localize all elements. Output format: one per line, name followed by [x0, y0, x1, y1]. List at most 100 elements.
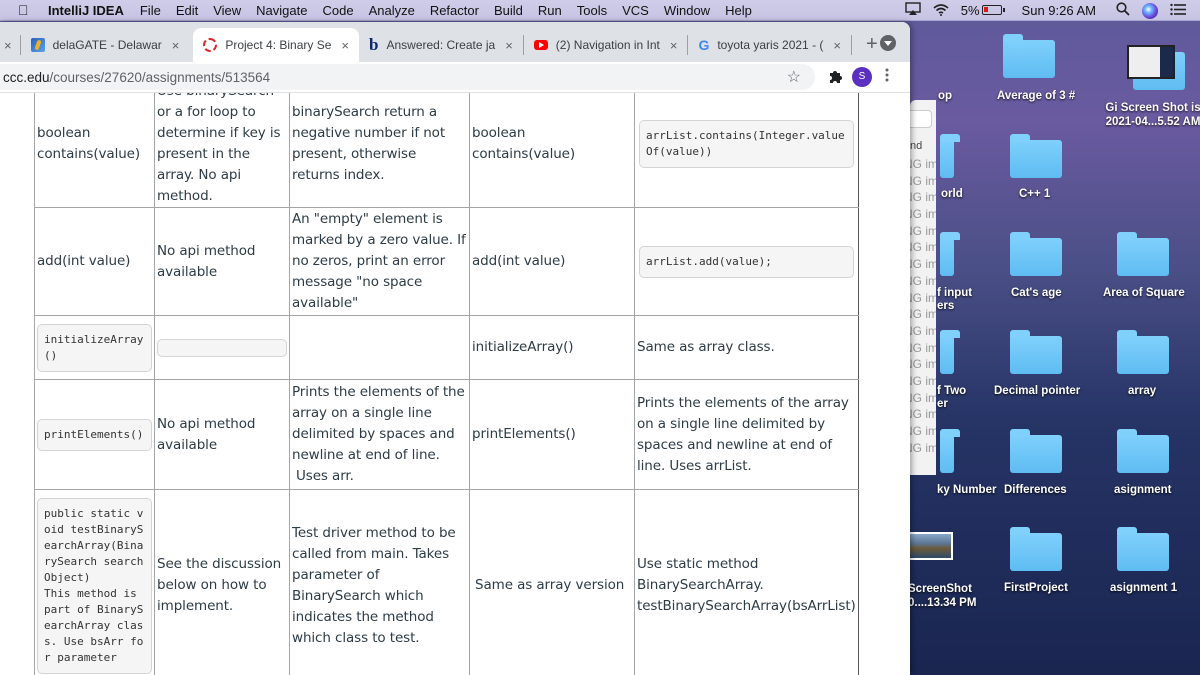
close-tab-icon[interactable]: ×: [341, 38, 349, 53]
desktop-item-screenshot[interactable]: Gi Screen Shot is 2021-04...5.52 AM: [1103, 101, 1200, 129]
menu-help[interactable]: Help: [725, 3, 752, 18]
finder-file-row[interactable]: NG ima: [910, 340, 936, 357]
folder-icon[interactable]: [1117, 232, 1169, 276]
menu-analyze[interactable]: Analyze: [369, 3, 415, 18]
folder-icon[interactable]: [940, 330, 960, 374]
desktop-item-asignment[interactable]: asignment: [1114, 484, 1172, 496]
menu-edit[interactable]: Edit: [176, 3, 198, 18]
bookmark-star-icon[interactable]: ☆: [787, 67, 801, 87]
close-tab-icon[interactable]: ×: [172, 38, 180, 53]
finder-file-row[interactable]: NG ima: [910, 423, 936, 440]
tab-search-icon[interactable]: [880, 35, 896, 51]
finder-file-row[interactable]: NG ima: [910, 323, 936, 340]
finder-file-row[interactable]: NG ima: [910, 273, 936, 290]
tab-delagate[interactable]: delaGATE - Delawar ×: [21, 28, 190, 62]
screenshot-thumbnail[interactable]: [1127, 45, 1175, 79]
clock[interactable]: Sun 9:26 AM: [1022, 3, 1096, 18]
wifi-icon[interactable]: [933, 3, 949, 19]
menu-file[interactable]: File: [140, 3, 161, 18]
folder-icon[interactable]: [940, 134, 960, 178]
folder-icon[interactable]: [940, 429, 960, 473]
airplay-icon[interactable]: [905, 2, 921, 19]
desktop-item-array[interactable]: array: [1128, 385, 1156, 397]
more-menu-icon[interactable]: [885, 67, 891, 83]
close-tab-icon[interactable]: ×: [670, 38, 678, 53]
desktop-item-orld[interactable]: orld: [941, 188, 963, 200]
address-bar[interactable]: ccc.edu/courses/27620/assignments/513564…: [0, 64, 815, 90]
desktop-item-decimal-pointer[interactable]: Decimal pointer: [994, 385, 1080, 397]
finder-file-row[interactable]: NG ima: [910, 239, 936, 256]
menu-build[interactable]: Build: [494, 3, 523, 18]
desktop-item-firstproject[interactable]: FirstProject: [1004, 582, 1068, 594]
table-row: printElements() No api method available …: [34, 379, 859, 490]
finder-window-edge[interactable]: nd NG imaNG imaNG imaNG imaNG imaNG imaN…: [910, 100, 936, 475]
folder-icon[interactable]: [1010, 232, 1062, 276]
folder-icon[interactable]: [940, 232, 960, 276]
tab-answered[interactable]: b Answered: Create ja ×: [359, 28, 523, 62]
desktop-item-area-of-square[interactable]: Area of Square: [1103, 287, 1185, 299]
profile-avatar[interactable]: S: [852, 67, 872, 87]
folder-icon[interactable]: [1117, 330, 1169, 374]
finder-column-header[interactable]: nd: [910, 140, 922, 152]
close-tab-icon[interactable]: ×: [4, 38, 12, 53]
desktop-item-asignment-1[interactable]: asignment 1: [1110, 582, 1177, 594]
tab-navigation[interactable]: (2) Navigation in Int ×: [524, 28, 688, 62]
finder-file-row[interactable]: NG ima: [910, 406, 936, 423]
battery-status[interactable]: 5%: [961, 3, 1005, 18]
spotlight-search-icon[interactable]: [1116, 2, 1130, 19]
folder-icon[interactable]: [1010, 134, 1062, 178]
finder-file-row[interactable]: NG ima: [910, 206, 936, 223]
finder-file-row[interactable]: NG ima: [910, 373, 936, 390]
tab-toyota[interactable]: G toyota yaris 2021 - ( ×: [688, 28, 851, 62]
finder-file-row[interactable]: NG ima: [910, 256, 936, 273]
finder-search-field[interactable]: [910, 110, 932, 128]
desktop-item-cpp1[interactable]: C++ 1: [1019, 188, 1050, 200]
desktop-item-input[interactable]: f input ers: [937, 287, 987, 313]
method-code: printElements(): [37, 418, 152, 451]
desktop-item-input-label: f input ers: [937, 287, 973, 312]
extensions-puzzle-icon[interactable]: [828, 68, 844, 89]
finder-file-row[interactable]: NG ima: [910, 189, 936, 206]
folder-icon[interactable]: [1010, 429, 1062, 473]
finder-file-row[interactable]: NG ima: [910, 223, 936, 240]
folder-icon[interactable]: [1003, 34, 1055, 78]
finder-file-row[interactable]: NG ima: [910, 440, 936, 457]
new-tab-button[interactable]: +: [866, 33, 878, 56]
apple-menu-icon[interactable]: : [18, 2, 36, 18]
menu-code[interactable]: Code: [322, 3, 353, 18]
notification-center-icon[interactable]: [1170, 3, 1186, 19]
menu-run[interactable]: Run: [538, 3, 562, 18]
desktop-item-op[interactable]: op: [938, 90, 952, 102]
screenshot-file-thumbnail[interactable]: [905, 532, 953, 560]
finder-file-row[interactable]: NG ima: [910, 290, 936, 307]
app-menu-name[interactable]: IntelliJ IDEA: [48, 3, 124, 18]
close-tab-icon[interactable]: ×: [833, 38, 841, 53]
finder-file-row[interactable]: NG ima: [910, 306, 936, 323]
desktop-item-cats-age[interactable]: Cat's age: [1011, 287, 1062, 299]
menu-window[interactable]: Window: [664, 3, 710, 18]
desktop-item-differences[interactable]: Differences: [1004, 484, 1067, 496]
folder-icon[interactable]: [1010, 330, 1062, 374]
menu-refactor[interactable]: Refactor: [430, 3, 479, 18]
tab-project4[interactable]: Project 4: Binary Se ×: [193, 28, 359, 62]
menu-navigate[interactable]: Navigate: [256, 3, 307, 18]
method-signature: public static void testBinarySearchArray…: [44, 506, 144, 584]
folder-icon[interactable]: [1010, 527, 1062, 571]
folder-icon[interactable]: [1117, 527, 1169, 571]
finder-file-row[interactable]: NG ima: [910, 173, 936, 190]
finder-file-row[interactable]: NG ima: [910, 156, 936, 173]
menu-view[interactable]: View: [213, 3, 241, 18]
desktop-item-lucky-number[interactable]: ky Number: [937, 484, 996, 496]
siri-icon[interactable]: [1142, 2, 1158, 19]
folder-icon[interactable]: [1117, 429, 1169, 473]
desktop-item-screenshot-file[interactable]: ScreenShot 0....13.34 PM: [908, 582, 980, 610]
menu-vcs[interactable]: VCS: [622, 3, 649, 18]
desktop-item-average[interactable]: Average of 3 #: [997, 90, 1075, 102]
close-tab-icon[interactable]: ×: [505, 38, 513, 53]
tab-partial[interactable]: ×: [0, 28, 20, 62]
menu-tools[interactable]: Tools: [577, 3, 607, 18]
finder-file-row[interactable]: NG ima: [910, 356, 936, 373]
desktop-item-two[interactable]: f Two er: [937, 385, 977, 411]
finder-file-row[interactable]: NG ima: [910, 390, 936, 407]
desktop-item-two-label: f Two er: [937, 385, 967, 410]
